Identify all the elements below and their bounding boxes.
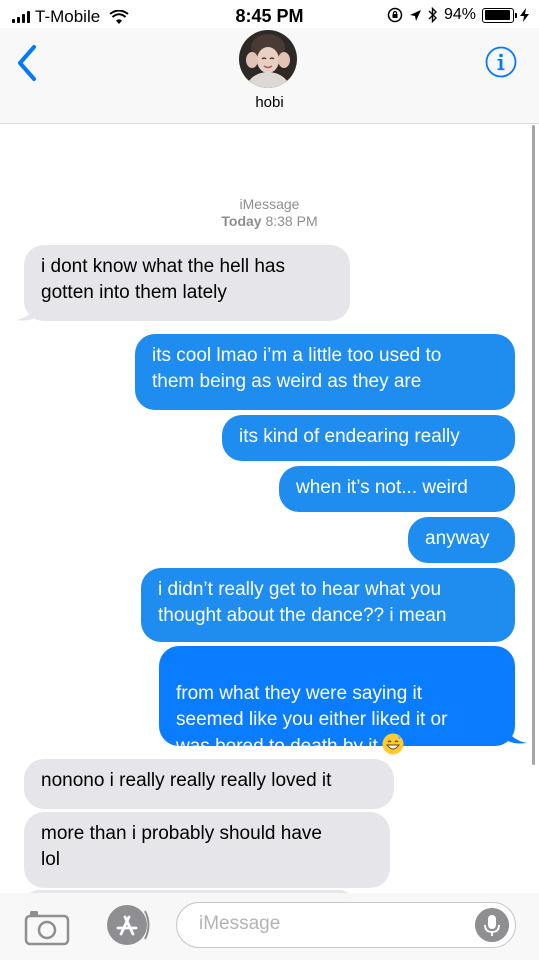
camera-button[interactable] (22, 907, 72, 947)
service-label: iMessage (239, 196, 300, 212)
message-text: from what they were saying it seemed lik… (176, 683, 448, 757)
message-bubble-sent[interactable]: i didn’t really get to hear what you tho… (141, 568, 515, 642)
battery-icon (482, 7, 517, 23)
app-store-icon (107, 905, 150, 945)
battery-percent: 94% (443, 6, 476, 23)
location-icon (409, 9, 421, 21)
conversation-header: hobi (0, 28, 539, 124)
bluetooth-icon (428, 7, 437, 23)
grinning-sweat-emoji (382, 733, 404, 755)
contact-name[interactable]: hobi (0, 94, 539, 111)
timestamp: Today 8:38 PM (0, 212, 539, 230)
back-button[interactable] (14, 43, 42, 83)
info-icon (485, 46, 517, 78)
charging-bolt-icon (520, 8, 529, 22)
chevron-left-icon (18, 45, 36, 81)
message-input[interactable] (199, 913, 459, 935)
orientation-lock-icon (387, 7, 403, 23)
message-bubble-sent[interactable]: its kind of endearing really (222, 415, 515, 461)
app-store-button[interactable] (100, 903, 152, 947)
avatar[interactable] (239, 30, 297, 88)
status-right: 94% (387, 6, 529, 24)
message-bubble-sent[interactable]: anyway (408, 517, 515, 563)
camera-icon (24, 911, 70, 946)
message-input-field[interactable] (176, 902, 516, 948)
info-button[interactable] (485, 46, 517, 78)
time-label: 8:38 PM (265, 213, 318, 229)
microphone-button[interactable] (475, 908, 509, 942)
message-bubble-received[interactable]: i dont know what the hell has gotten int… (24, 245, 350, 321)
message-bubble-sent[interactable]: its cool lmao i’m a little too used to t… (135, 334, 515, 410)
date-label: Today (221, 213, 262, 229)
message-bubble-sent[interactable]: from what they were saying it seemed lik… (159, 646, 515, 757)
message-bubble-sent[interactable]: when it’s not... weird (279, 466, 515, 512)
message-bubble-received[interactable]: more than i probably should have lol (24, 812, 390, 888)
bubble-tail (505, 726, 527, 744)
compose-bar (0, 893, 539, 960)
bubble-tail (16, 303, 38, 321)
message-bubble-received[interactable]: nonono i really really really loved it (24, 759, 394, 809)
